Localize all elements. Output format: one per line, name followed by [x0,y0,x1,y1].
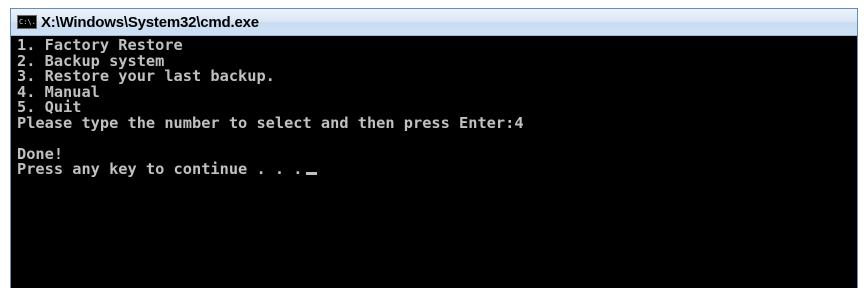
continue-line: Press any key to continue . . . [17,160,857,178]
menu-option-restore-last-backup: 3. Restore your last backup. [17,67,275,85]
text-cursor [305,172,317,175]
cmd-window: C:\. X:\Windows\System32\cmd.exe 1. Fact… [10,8,858,288]
menu-option-manual: 4. Manual [17,82,100,101]
continue-prompt: Press any key to continue . . . [17,160,303,178]
title-bar[interactable]: C:\. X:\Windows\System32\cmd.exe [11,9,857,36]
window-title: X:\Windows\System32\cmd.exe [41,13,259,31]
selection-prompt: Please type the number to select and the… [17,113,524,132]
console-icon: C:\. [17,15,37,29]
console-output[interactable]: 1. Factory Restore 2. Backup system 3. R… [11,36,857,288]
